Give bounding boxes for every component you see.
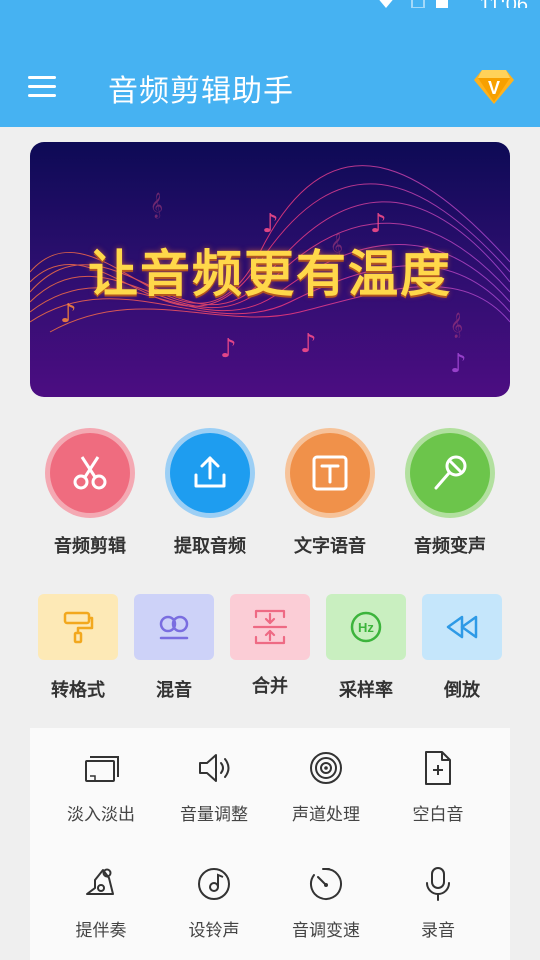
mix-icon — [159, 615, 189, 640]
tool-label: 倒放 — [444, 680, 480, 701]
feature-audio-cut[interactable]: 音频剪辑 — [40, 428, 140, 558]
grid-volume[interactable]: 音量调整 — [158, 750, 270, 825]
tool-reverse[interactable]: 倒放 — [422, 594, 502, 702]
tool-label: 转格式 — [51, 680, 105, 701]
menu-icon — [28, 76, 56, 79]
svg-text:♪: ♪ — [220, 334, 237, 364]
grid-label: 提伴奏 — [75, 921, 127, 941]
grid-record[interactable]: 录音 — [382, 866, 494, 941]
grid-channel[interactable]: 声道处理 — [270, 750, 382, 825]
feature-label: 文字语音 — [294, 536, 366, 557]
hz-icon: Hz — [350, 611, 382, 643]
tool-label: 合并 — [252, 676, 288, 697]
tool-sample-rate[interactable]: Hz 采样率 — [326, 594, 406, 702]
tool-mix[interactable]: 混音 — [134, 594, 214, 702]
grid-accompaniment[interactable]: 提伴奏 — [45, 866, 157, 941]
promo-banner[interactable]: ♪ ♪ ♪ ♪ ♪ ♪ 𝄞 𝄞 𝄞 让音频更有温度 — [30, 142, 510, 397]
grid-label: 录音 — [421, 921, 455, 941]
record-mic-icon — [426, 867, 450, 901]
vip-button[interactable]: V — [472, 66, 516, 106]
ringtone-icon — [198, 868, 230, 900]
tool-label: 混音 — [156, 680, 192, 701]
banner-headline: 让音频更有温度 — [88, 245, 452, 303]
microphone-icon — [434, 455, 467, 490]
grid-blank-audio[interactable]: 空白音 — [382, 750, 494, 825]
vip-diamond-icon: V — [474, 70, 514, 104]
text-icon — [312, 455, 348, 491]
wifi-icon — [379, 0, 393, 8]
grid-label: 音量调整 — [180, 805, 248, 825]
feature-label: 提取音频 — [174, 536, 246, 557]
accompaniment-icon — [86, 868, 114, 895]
paint-roller-icon — [63, 611, 94, 644]
svg-text:V: V — [488, 78, 500, 98]
tool-label: 采样率 — [339, 680, 393, 701]
fade-icon — [85, 756, 119, 782]
more-tools-panel: 淡入淡出 音量调整 声道处理 空白音 提伴奏 设铃声 音调变速 录音 — [30, 728, 510, 960]
no-sim-icon — [411, 0, 425, 9]
svg-text:𝄞: 𝄞 — [450, 312, 463, 338]
svg-text:Hz: Hz — [358, 620, 374, 635]
feature-label: 音频剪辑 — [54, 536, 126, 557]
svg-text:♪: ♪ — [450, 349, 467, 379]
feature-label: 音频变声 — [414, 536, 486, 557]
grid-label: 淡入淡出 — [67, 805, 135, 825]
upload-icon — [194, 456, 226, 488]
merge-icon — [252, 609, 288, 645]
grid-label: 声道处理 — [292, 805, 360, 825]
svg-text:𝄞: 𝄞 — [150, 192, 163, 218]
grid-pitch-speed[interactable]: 音调变速 — [270, 866, 382, 941]
grid-ringtone[interactable]: 设铃声 — [158, 866, 270, 941]
feature-voice-change[interactable]: 音频变声 — [400, 428, 500, 558]
app-title: 音频剪辑助手 — [108, 74, 294, 109]
scissors-icon — [73, 456, 107, 490]
grid-label: 空白音 — [412, 805, 464, 825]
tool-convert-format[interactable]: 转格式 — [38, 594, 118, 702]
menu-button[interactable] — [22, 72, 62, 102]
grid-label: 音调变速 — [292, 921, 360, 941]
svg-text:♪: ♪ — [300, 329, 317, 359]
grid-fade[interactable]: 淡入淡出 — [45, 750, 157, 825]
feature-text-to-speech[interactable]: 文字语音 — [280, 428, 380, 558]
rewind-icon — [446, 615, 478, 639]
speed-icon — [310, 868, 342, 900]
tool-merge[interactable]: 合并 — [230, 594, 310, 698]
app-bar: 音频剪辑助手 V — [0, 8, 540, 127]
status-bar: 11:06 — [0, 0, 540, 16]
feature-extract-audio[interactable]: 提取音频 — [160, 428, 260, 558]
volume-icon — [199, 754, 230, 782]
blank-file-icon — [425, 751, 451, 785]
grid-label: 设铃声 — [188, 921, 240, 941]
channel-icon — [310, 752, 342, 784]
